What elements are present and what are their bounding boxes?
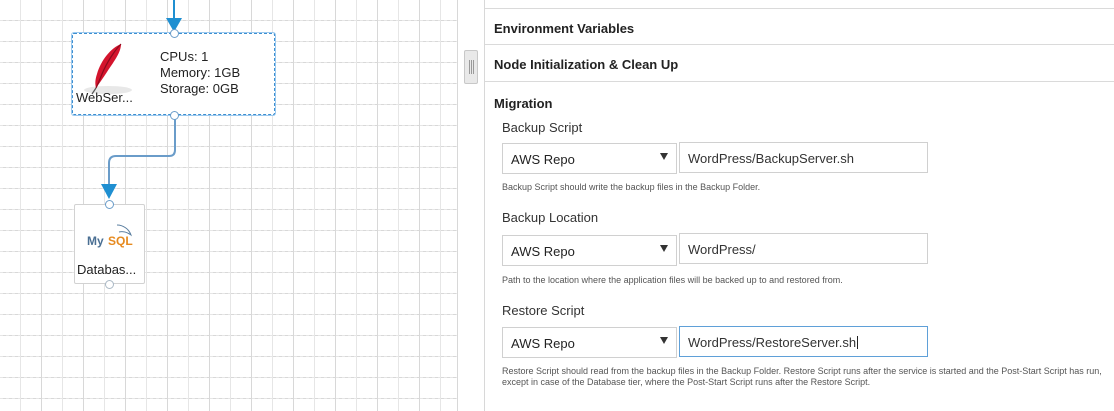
input-value: WordPress/ [688, 242, 756, 257]
dropdown-caret-icon [660, 337, 668, 344]
memory-spec: Memory: 1GB [160, 65, 241, 80]
restore-script-repo-select[interactable]: AWS Repo [502, 327, 677, 358]
text-cursor [857, 336, 859, 349]
select-value: AWS Repo [511, 152, 575, 167]
section-title: Environment Variables [494, 21, 635, 36]
section-node-initialization[interactable]: Node Initialization & Clean Up [485, 45, 1114, 82]
webserver-output-port[interactable] [170, 111, 179, 120]
database-output-port[interactable] [105, 280, 114, 289]
restore-script-path-input[interactable]: WordPress/RestoreServer.sh [679, 326, 928, 357]
topology-canvas[interactable]: WebSer... CPUs: 1 Memory: 1GB Storage: 0… [0, 0, 458, 411]
webserver-node-name: WebSer... [76, 90, 133, 105]
dropdown-caret-icon [660, 245, 668, 252]
select-value: AWS Repo [511, 336, 575, 351]
backup-location-path-input[interactable]: WordPress/ [679, 233, 928, 264]
webserver-node[interactable]: WebSer... CPUs: 1 Memory: 1GB Storage: 0… [72, 29, 275, 120]
select-value: AWS Repo [511, 244, 575, 259]
database-node[interactable]: My SQL Databas... [74, 200, 145, 289]
panel-splitter[interactable] [457, 0, 486, 411]
properties-panel: Environment Variables Node Initializatio… [485, 0, 1114, 411]
feather-icon [84, 43, 132, 95]
backup-location-help: Path to the location where the applicati… [502, 275, 843, 285]
mysql-logo-my: My [87, 234, 104, 248]
backup-location-repo-select[interactable]: AWS Repo [502, 235, 677, 266]
database-input-port[interactable] [105, 200, 114, 209]
webserver-to-database-wire [108, 118, 176, 186]
webserver-input-port[interactable] [170, 29, 179, 38]
restore-script-help: Restore Script should read from the back… [502, 366, 1102, 387]
splitter-grip-handle[interactable] [464, 50, 478, 84]
backup-location-label: Backup Location [502, 210, 599, 225]
section-migration[interactable]: Migration [485, 82, 1114, 119]
mysql-logo-icon: My SQL [87, 223, 137, 249]
cpu-spec: CPUs: 1 [160, 49, 209, 64]
webserver-node-specs: CPUs: 1 Memory: 1GB Storage: 0GB [160, 49, 240, 97]
restore-script-label: Restore Script [502, 303, 585, 318]
dropdown-caret-icon [660, 153, 668, 160]
mysql-logo-sql: SQL [108, 234, 133, 248]
section-title: Node Initialization & Clean Up [494, 57, 679, 72]
storage-spec: Storage: 0GB [160, 81, 239, 96]
backup-script-repo-select[interactable]: AWS Repo [502, 143, 677, 174]
input-value: WordPress/BackupServer.sh [688, 151, 854, 166]
backup-script-label: Backup Script [502, 120, 583, 135]
input-text: WordPress/RestoreServer.sh [688, 335, 857, 350]
database-node-name: Databas... [77, 262, 137, 277]
section-title: Migration [494, 96, 553, 111]
section-environment-variables[interactable]: Environment Variables [485, 8, 1114, 45]
backup-script-help: Backup Script should write the backup fi… [502, 182, 761, 192]
backup-script-path-input[interactable]: WordPress/BackupServer.sh [679, 142, 928, 173]
database-arrowhead [101, 184, 117, 199]
input-value: WordPress/RestoreServer.sh [688, 335, 859, 350]
